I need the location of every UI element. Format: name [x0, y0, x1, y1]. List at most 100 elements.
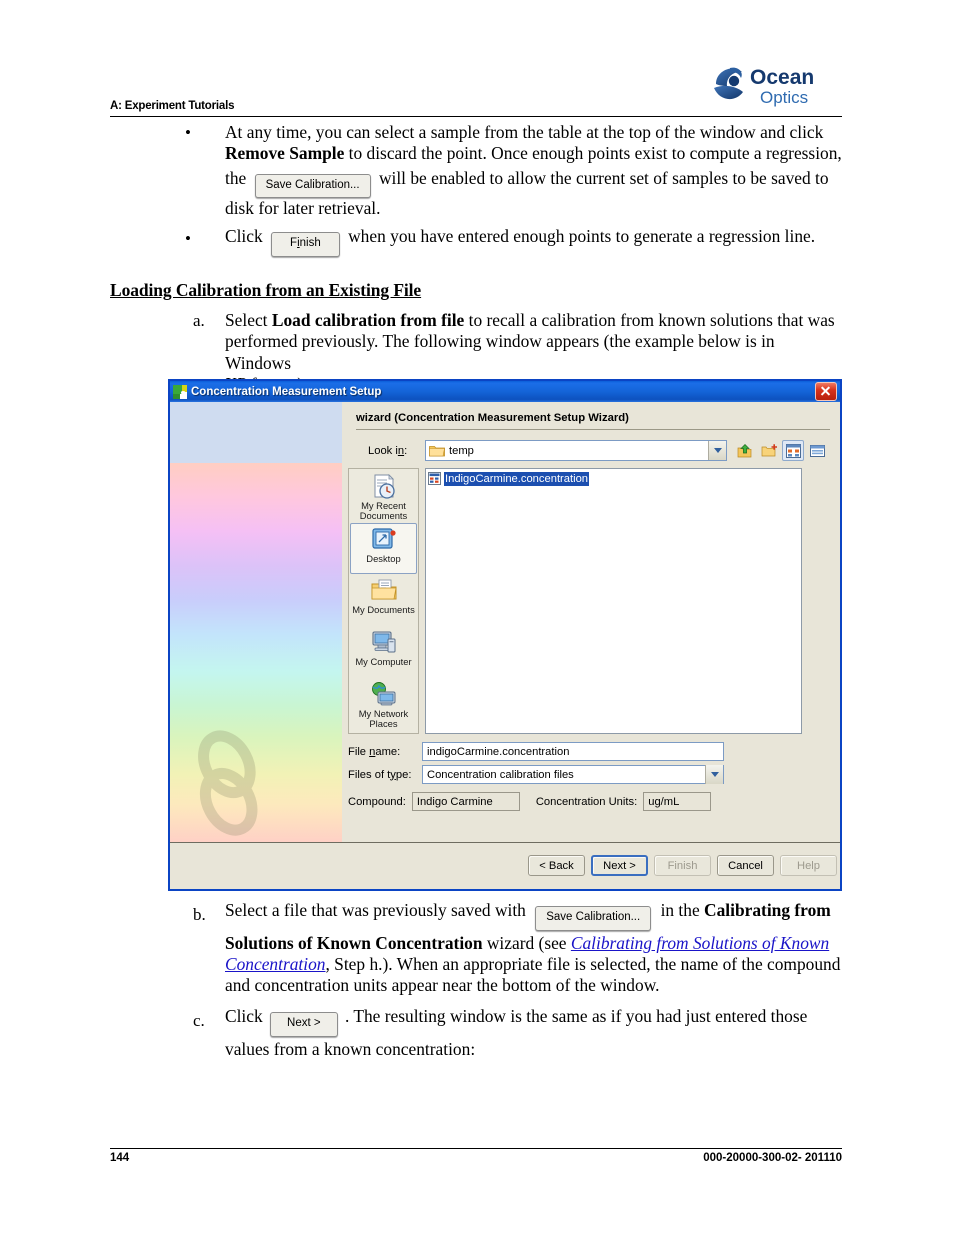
place-label: My Documents: [352, 604, 415, 615]
my-documents-icon: [370, 577, 398, 604]
place-desktop[interactable]: Desktop: [350, 523, 417, 574]
header-divider: [110, 116, 842, 117]
file-chooser-panel: wizard (Concentration Measurement Setup …: [342, 402, 840, 843]
look-in-label: Look in:: [368, 445, 407, 457]
new-folder-icon[interactable]: [758, 440, 780, 461]
compound-row: Compound: Indigo Carmine Concentration U…: [348, 792, 712, 811]
compound-value: Indigo Carmine: [411, 792, 520, 811]
next-button-inline[interactable]: Next >: [270, 1012, 338, 1037]
my-computer-icon: [370, 629, 398, 656]
file-list[interactable]: IndigoCarmine.concentration: [425, 468, 802, 734]
files-of-type-label-text: Files of type:: [348, 769, 422, 781]
step-b-bold1: Calibrating from: [704, 900, 831, 920]
bullet1-bold-term: Remove Sample: [225, 143, 345, 164]
files-of-type-row: Files of type: Concentration calibration…: [348, 765, 800, 784]
cancel-button[interactable]: Cancel: [717, 855, 774, 876]
wizard-side-panel: [170, 402, 342, 843]
look-in-combobox[interactable]: temp: [425, 440, 727, 461]
footer-divider: [110, 1148, 842, 1149]
page-header: Ocean Optics A: Experiment Tutorials: [110, 62, 842, 120]
side-panel-top: [170, 402, 342, 463]
concentration-units-label: Concentration Units:: [535, 795, 638, 808]
step-a-text1: Select: [225, 310, 272, 330]
bullet-glyph: •: [185, 229, 191, 248]
details-view-icon[interactable]: [806, 440, 828, 461]
document-page: Ocean Optics A: Experiment Tutorials • A…: [0, 0, 954, 1235]
svg-text:Ocean: Ocean: [750, 66, 814, 89]
close-icon[interactable]: [815, 382, 837, 401]
bullet-item-finish: • Click Finish when you have entered eno…: [110, 226, 844, 257]
list-item[interactable]: IndigoCarmine.concentration: [428, 471, 591, 486]
wizard-label-divider: [356, 429, 830, 430]
file-chooser-toolbar: [734, 440, 828, 461]
step-b: b. Select a file that was previously sav…: [110, 900, 844, 996]
file-name-label: IndigoCarmine.concentration: [444, 471, 590, 486]
concentration-measurement-setup-dialog: S Concentration Measurement Setup wizard…: [168, 379, 842, 891]
file-name-row: File name: indigoCarmine.concentration: [348, 742, 800, 761]
step-b-text3: wizard (see: [482, 932, 571, 953]
page-number: 144: [110, 1152, 130, 1164]
files-of-type-value: Concentration calibration files: [427, 768, 574, 781]
finish-button: Finish: [654, 855, 711, 876]
files-of-type-label-part2: pe:: [395, 768, 412, 781]
files-of-type-combobox[interactable]: Concentration calibration files: [422, 765, 724, 784]
folder-icon: [429, 444, 445, 457]
chevron-down-icon[interactable]: [708, 441, 726, 460]
step-b-text1: Select a file that was previously saved …: [225, 900, 526, 920]
rings-watermark-icon: [182, 729, 278, 837]
place-label: My Network Places: [358, 708, 409, 729]
back-button[interactable]: < Back: [528, 855, 585, 876]
wizard-step-label: wizard (Concentration Measurement Setup …: [356, 412, 629, 424]
place-my-recent-documents[interactable]: My Recent Documents: [350, 471, 417, 522]
step-c: c. Click Next > . The resulting window i…: [110, 1006, 844, 1060]
step-a-line2: performed previously. The following wind…: [225, 331, 775, 373]
save-calibration-button-inline-2[interactable]: Save Calibration...: [535, 906, 652, 931]
step-b-text2: in the: [660, 900, 705, 920]
place-my-documents[interactable]: My Documents: [350, 575, 417, 626]
concentration-file-icon: [428, 472, 441, 485]
document-number: 000-20000-300-02- 201110: [703, 1152, 842, 1164]
cross-reference-link-line2[interactable]: Concentration: [225, 954, 325, 974]
look-in-label-part1: Look i: [368, 445, 398, 457]
chevron-down-icon[interactable]: [705, 765, 723, 784]
look-in-value: temp: [449, 444, 474, 457]
concentration-units-value: ug/mL: [643, 792, 712, 811]
place-my-network-places[interactable]: My Network Places: [350, 679, 417, 730]
file-name-input[interactable]: indigoCarmine.concentration: [422, 742, 724, 761]
step-a-marker: a.: [193, 311, 205, 330]
step-c-text2: . The resulting window is the same as if…: [344, 1006, 808, 1026]
file-name-label-part2: ame:: [375, 745, 401, 758]
list-view-icon[interactable]: [782, 440, 804, 461]
ocean-optics-logo: Ocean Optics: [710, 62, 842, 110]
bullet-glyph: •: [185, 123, 191, 142]
places-bar: My Recent Documents Desktop My Documents…: [348, 468, 419, 734]
dialog-title: Concentration Measurement Setup: [191, 385, 382, 398]
header-section-title: A: Experiment Tutorials: [110, 100, 235, 112]
section-heading-loading-calibration: Loading Calibration from an Existing Fil…: [110, 280, 422, 300]
help-button: Help: [780, 855, 837, 876]
bullet1-line2: to discard the point. Once enough points…: [344, 143, 842, 164]
place-label: My Computer: [355, 656, 412, 667]
bullet2-pre: Click: [225, 226, 263, 246]
bullet2-post: when you have entered enough points to g…: [348, 226, 816, 246]
step-c-text1: Click: [225, 1006, 263, 1026]
place-my-computer[interactable]: My Computer: [350, 627, 417, 678]
look-in-label-part2: :: [404, 445, 408, 457]
compound-label: Compound:: [348, 795, 406, 808]
cross-reference-link-line1[interactable]: Calibrating from Solutions of Known: [571, 933, 829, 953]
bullet1-line1: At any time, you can select a sample fro…: [225, 122, 824, 142]
step-b-line4: and concentration units appear near the …: [225, 975, 660, 996]
place-label: My Recent Documents: [359, 500, 408, 521]
place-label: Desktop: [366, 553, 401, 564]
next-button[interactable]: Next >: [591, 855, 648, 876]
step-b-text4: , Step h.). When an appropriate file is …: [325, 953, 841, 974]
save-calibration-button-inline-1[interactable]: Save Calibration...: [254, 173, 371, 199]
finish-label-part2: nish: [299, 237, 321, 249]
bullet1-line3-post: will be enabled to allow the current set…: [378, 167, 829, 188]
up-one-level-icon[interactable]: [734, 440, 756, 461]
recent-documents-icon: [370, 473, 398, 500]
finish-button-inline[interactable]: Finish: [271, 232, 340, 257]
step-a-text2: to recall a calibration from known solut…: [464, 310, 835, 330]
app-icon: S: [173, 384, 187, 399]
dialog-title-bar[interactable]: S Concentration Measurement Setup: [170, 381, 840, 402]
